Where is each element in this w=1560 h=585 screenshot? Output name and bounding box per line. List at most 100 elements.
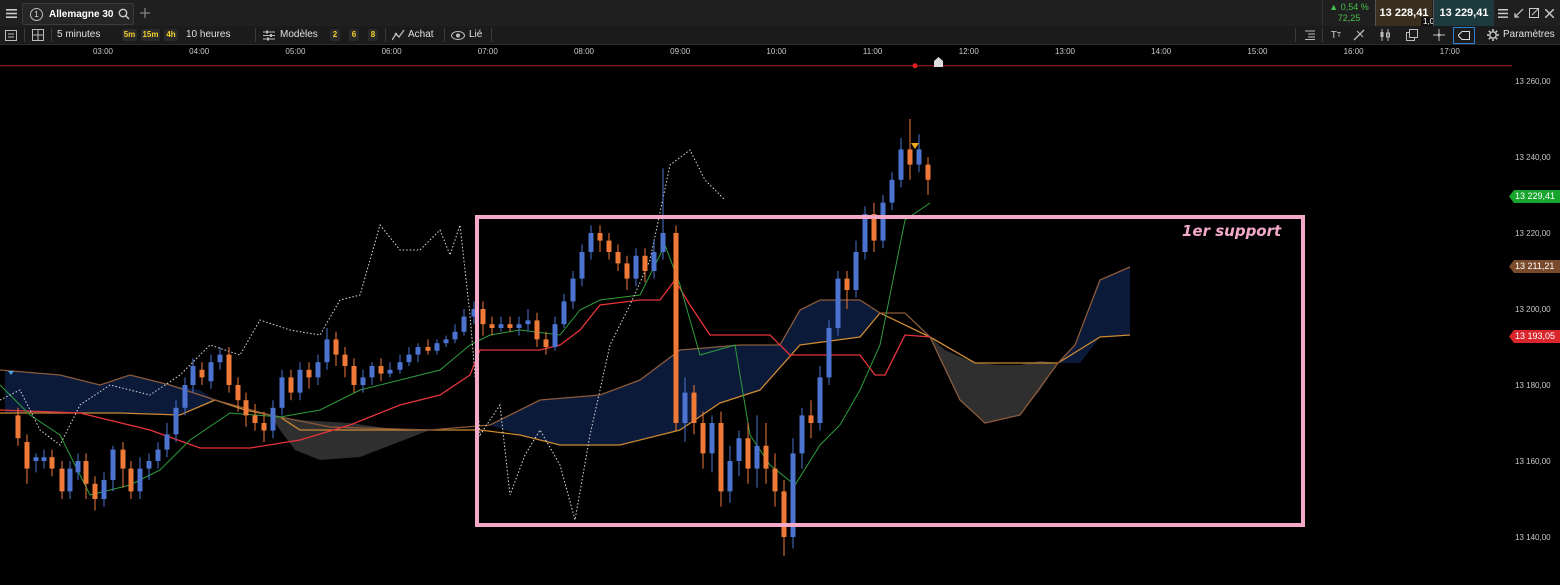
minimize-icon[interactable] (1512, 5, 1526, 21)
candle-body (597, 233, 603, 241)
candle-body (606, 240, 612, 252)
level-tag-lower: 13 193,05 (1509, 330, 1560, 343)
candle-body (41, 457, 47, 461)
popout-icon[interactable] (1527, 5, 1541, 21)
model-8-button[interactable]: 8 (368, 29, 378, 41)
timeframe-select[interactable]: 5 minutes (57, 26, 100, 44)
panel-toggle-icon[interactable] (3, 28, 19, 42)
layout-grid-icon[interactable] (30, 28, 46, 42)
candle-body (279, 377, 285, 408)
search-icon[interactable] (118, 8, 131, 20)
settings-gear-icon[interactable] (1486, 28, 1500, 42)
layers-icon[interactable] (1404, 28, 1420, 42)
time-tick-label: 12:00 (959, 47, 980, 56)
menu-icon[interactable] (3, 5, 19, 21)
indicators-icon[interactable] (1377, 28, 1393, 42)
candle-body (651, 252, 657, 271)
candle-body (101, 480, 107, 499)
candle-body (190, 366, 196, 385)
model-6-button[interactable]: 6 (349, 29, 359, 41)
candle-body (709, 423, 715, 454)
candle-body (75, 461, 81, 473)
time-tick-label: 17:00 (1440, 47, 1461, 56)
list-icon[interactable] (1302, 28, 1318, 42)
chart-canvas[interactable]: 03:00 04:00 05:00 06:00 07:00 08:00 09:00 10:00… (0, 45, 1560, 585)
candle-body (425, 347, 431, 351)
buy-button[interactable]: 13 229,41 (1433, 0, 1494, 26)
bullish-cloud (1058, 267, 1130, 363)
text-tool-icon[interactable]: TT (1327, 28, 1345, 42)
candle-body (92, 483, 98, 499)
candle-body (588, 233, 594, 252)
candle-body (579, 252, 585, 279)
draw-tools-icon[interactable] (1351, 28, 1367, 42)
tf-5m-button[interactable]: 5m (122, 29, 137, 41)
reference-point (912, 63, 918, 69)
candle-body (727, 461, 733, 492)
candle-body (333, 339, 339, 355)
tf-4h-button[interactable]: 4h (164, 29, 178, 41)
time-tick-label: 05:00 (285, 47, 306, 56)
models-button[interactable]: Modèles (280, 26, 318, 44)
candle-body (799, 415, 805, 454)
window-menu-icon[interactable] (1496, 5, 1510, 21)
now-marker-icon (934, 57, 943, 67)
level-tag-upper: 13 211,21 (1509, 260, 1560, 273)
close-icon[interactable] (1542, 5, 1556, 21)
signal-arrow-icon (911, 143, 919, 149)
candle-body (351, 366, 357, 385)
support-zone-rectangle (475, 215, 1305, 527)
daily-change: ▲ 0,54 % 72,25 (1322, 0, 1375, 26)
candle-body (781, 491, 787, 537)
candle-body (907, 149, 913, 165)
candle-body (67, 468, 73, 492)
buy-button-toolbar[interactable]: Achat (408, 26, 434, 44)
candle-body (378, 366, 384, 374)
candle-body (898, 149, 904, 180)
candle-body (817, 377, 823, 423)
candle-body (120, 449, 126, 469)
models-icon[interactable] (262, 28, 276, 42)
instrument-tab[interactable]: 1 Allemagne 30 (22, 3, 134, 25)
model-2-button[interactable]: 2 (330, 29, 340, 41)
candle-body (182, 385, 188, 408)
candle-body (15, 415, 21, 439)
candle-body (33, 457, 39, 461)
top-bar: 1 Allemagne 30 ▲ 0,54 % 72,25 13 228,41 … (0, 0, 1560, 27)
price-tick-label: 13 200,00 (1515, 305, 1551, 314)
candle-body (682, 392, 688, 423)
candle-body (552, 324, 558, 347)
divider (491, 28, 492, 42)
candle-body (261, 423, 267, 431)
time-tick-label: 16:00 (1344, 47, 1365, 56)
linked-button[interactable]: Lié (469, 26, 482, 44)
range-select[interactable]: 10 heures (186, 26, 230, 44)
divider (1295, 28, 1296, 42)
price-chart[interactable]: 03:00 04:00 05:00 06:00 07:00 08:00 09:00 10:00… (0, 45, 1560, 585)
candle-body (217, 354, 223, 363)
candle-body (342, 354, 348, 366)
candle-body (226, 354, 232, 385)
candle-body (525, 320, 531, 325)
candle-body (835, 278, 841, 328)
buy-signal-icon[interactable] (391, 28, 405, 42)
chart-toolbar: 5 minutes 5m 15m 4h 10 heures Modèles 2 … (0, 26, 1560, 45)
candle-body (489, 324, 495, 328)
candle-body (844, 278, 850, 290)
crosshair-icon[interactable] (1431, 28, 1447, 42)
candle-body (673, 233, 679, 423)
eye-icon[interactable] (450, 28, 466, 42)
candle-body (199, 369, 205, 378)
price-tick-label: 13 260,00 (1515, 77, 1551, 86)
candle-body (110, 449, 116, 480)
candle-body (173, 407, 179, 435)
price-label-icon[interactable] (1453, 27, 1475, 44)
tab-number: 1 (30, 7, 43, 21)
settings-button[interactable]: Paramètres (1503, 26, 1555, 44)
tf-15m-button[interactable]: 15m (141, 29, 160, 41)
candle-body (498, 324, 504, 328)
add-tab-icon[interactable] (138, 5, 152, 21)
time-tick-label: 08:00 (574, 47, 595, 56)
candle-body (315, 362, 321, 378)
time-tick-label: 09:00 (670, 47, 691, 56)
